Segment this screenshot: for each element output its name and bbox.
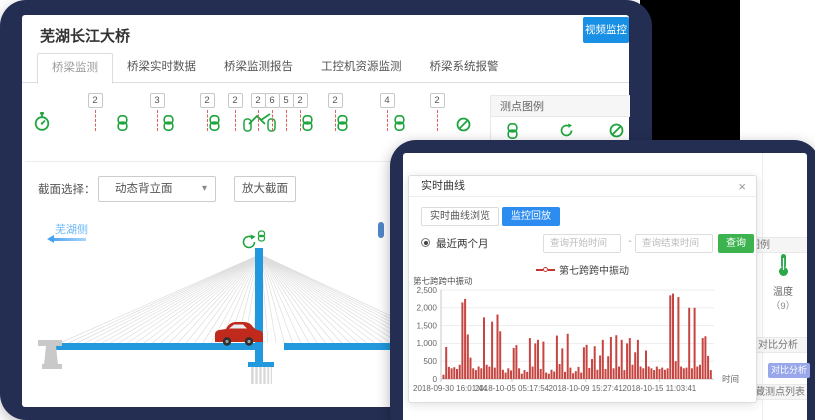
page-title: 芜湖长江大桥 [40, 25, 130, 46]
sensor-dash-line [286, 110, 287, 131]
sensor-dash-line [95, 110, 96, 131]
link-icon[interactable] [302, 115, 313, 136]
svg-text:时间: 时间 [722, 374, 739, 384]
sensor-count-badge[interactable]: 5 [279, 93, 294, 108]
close-icon[interactable]: × [738, 176, 746, 197]
dialog-tab-group: 实时曲线浏览监控回放 [421, 206, 563, 226]
scrollbar-thumb[interactable] [378, 222, 384, 238]
backdrop-black-region [640, 0, 740, 140]
sensor-count-badge[interactable]: 2 [200, 93, 215, 108]
dialog-title: 实时曲线 [421, 176, 465, 197]
section-select-value: 动态背立面 [115, 183, 173, 195]
video-monitor-button[interactable]: 视频监控 [583, 17, 629, 43]
svg-text:2018-10-15 11:03:41: 2018-10-15 11:03:41 [623, 384, 697, 393]
screenshot-stage: 芜湖长江大桥 桥梁监测桥梁实时数据桥梁监测报告工控机资源监测桥梁系统报警 视频监… [0, 0, 815, 420]
section-select-dropdown[interactable]: 动态背立面 ▾ [98, 176, 216, 202]
modal-window: 测点图例 温度 （9） 对比分析 对比分析 隐藏测点列表 实时曲线 × [403, 153, 807, 420]
sensor-dash-line [235, 110, 236, 131]
tab-0[interactable]: 桥梁监测 [37, 53, 113, 84]
sensor-count-badge[interactable]: 2 [430, 93, 445, 108]
tab-4[interactable]: 桥梁系统报警 [416, 53, 513, 83]
query-end-input[interactable] [635, 234, 713, 253]
sensor-dash-line [207, 110, 208, 131]
tab-1[interactable]: 桥梁实时数据 [113, 53, 210, 83]
sensor-count-badge[interactable]: 2 [328, 93, 343, 108]
dialog-tab-1[interactable]: 监控回放 [502, 207, 560, 226]
link-icon[interactable] [209, 115, 220, 136]
realtime-curve-dialog: 实时曲线 × 实时曲线浏览监控回放 最近两个月 - 查询 第七跨跨中振动 0 50… [408, 175, 757, 403]
link-icon[interactable] [259, 231, 265, 241]
tab-2[interactable]: 桥梁监测报告 [210, 53, 307, 83]
timer-icon[interactable] [34, 111, 51, 137]
chevron-down-icon: ▾ [202, 177, 207, 201]
radio-last-two-months[interactable] [421, 238, 430, 247]
svg-text:2,500: 2,500 [417, 286, 438, 295]
sensor-count-badge[interactable]: 2 [228, 93, 243, 108]
sensor-count-badge[interactable]: 2 [88, 93, 103, 108]
chart-legend[interactable]: 第七跨跨中振动 [409, 262, 756, 277]
sensor-count-badge[interactable]: 4 [380, 93, 395, 108]
thermometer-icon [777, 264, 790, 281]
section-select-label: 截面选择： [38, 181, 96, 197]
sensor-dash-line [300, 110, 301, 131]
sensor-count-badge[interactable]: 6 [265, 93, 280, 108]
sensor-dash-line [272, 110, 273, 131]
svg-text:500: 500 [423, 357, 437, 366]
radio-label: 最近两个月 [436, 236, 489, 251]
bridge-elevation-drawing [30, 215, 450, 400]
tab-3[interactable]: 工控机资源监测 [307, 53, 416, 83]
footing-piles [251, 367, 272, 384]
link-icon[interactable] [394, 115, 405, 136]
vibration-chart: 05001,0001,5002,0002,5002018-09-30 16:01… [411, 276, 756, 401]
svg-text:2,000: 2,000 [417, 304, 438, 313]
link-icon[interactable] [163, 115, 174, 136]
query-button[interactable]: 查询 [718, 234, 754, 253]
sensor-dash-line [437, 110, 438, 131]
compare-section-label: 对比分析 [758, 340, 798, 351]
query-start-input[interactable] [543, 234, 621, 253]
sensor-dash-line [335, 110, 336, 131]
rotate-icon[interactable] [244, 235, 256, 248]
svg-text:1,000: 1,000 [417, 339, 438, 348]
enlarge-section-button[interactable]: 放大截面 [234, 176, 296, 202]
footing-cap [248, 362, 274, 367]
legend-panel-title: 测点图例 [491, 95, 630, 117]
main-tab-bar: 桥梁监测桥梁实时数据桥梁监测报告工控机资源监测桥梁系统报警 [22, 53, 629, 83]
svg-text:2018-10-05 05:17:54: 2018-10-05 05:17:54 [475, 384, 550, 393]
compare-analysis-button[interactable]: 对比分析 [768, 363, 810, 378]
temperature-label: 温度 [758, 283, 808, 298]
temperature-item[interactable]: 温度 （9） [758, 253, 808, 312]
sensor-dash-line [258, 110, 259, 131]
svg-text:0: 0 [432, 375, 437, 384]
link-icon[interactable] [117, 115, 128, 136]
legend-marker-line [548, 269, 555, 271]
sensor-count-badge[interactable]: 2 [293, 93, 308, 108]
dialog-tab-0[interactable]: 实时曲线浏览 [421, 207, 499, 226]
modal-card-frame: 测点图例 温度 （9） 对比分析 对比分析 隐藏测点列表 实时曲线 × [390, 140, 815, 420]
dialog-header: 实时曲线 × [409, 176, 756, 197]
sensor-count-badge[interactable]: 2 [251, 93, 266, 108]
svg-text:第七跨跨中振动: 第七跨跨中振动 [413, 276, 473, 286]
legend-marker-line [536, 269, 543, 271]
sensor-count-badge[interactable]: 3 [150, 93, 165, 108]
svg-text:2018-10-09 15:27:41: 2018-10-09 15:27:41 [549, 384, 624, 393]
svg-text:1,500: 1,500 [417, 321, 438, 330]
ban-icon[interactable] [456, 117, 471, 137]
temperature-count: （9） [758, 298, 808, 312]
bridge-abutment [38, 340, 62, 369]
range-separator: - [625, 236, 635, 247]
link-icon[interactable] [337, 115, 348, 136]
query-controls-row: 最近两个月 - 查询 [421, 234, 746, 253]
bridge-deck-left [56, 343, 263, 350]
sensor-dash-line [387, 110, 388, 131]
sensor-dash-line [157, 110, 158, 131]
